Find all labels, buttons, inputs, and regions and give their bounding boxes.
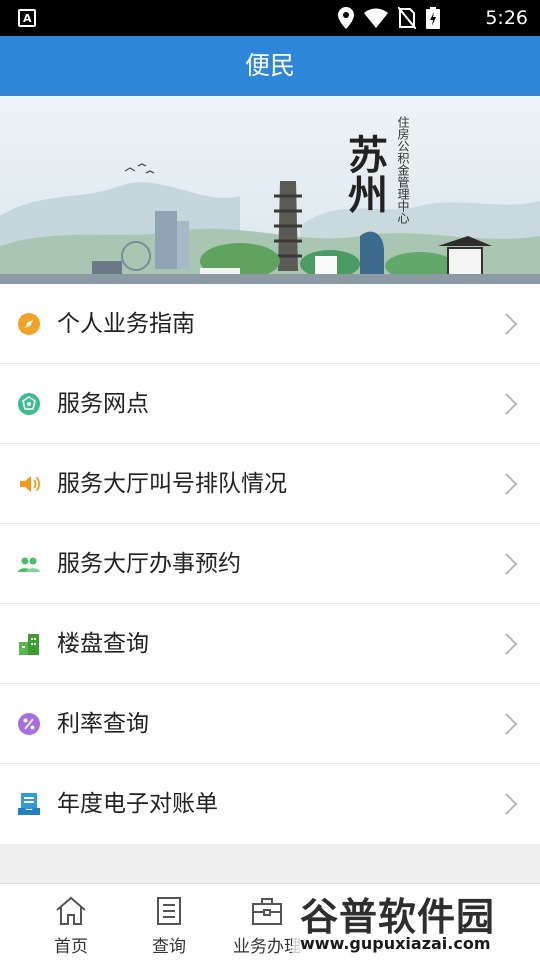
home-icon [56, 896, 86, 925]
tab-query[interactable]: 查询 [119, 884, 219, 960]
tab-home[interactable]: 首页 [21, 884, 121, 960]
location-icon [338, 7, 354, 29]
briefcase-icon [252, 898, 282, 925]
watermark-text: 谷普软件园 [300, 895, 496, 939]
users-icon [18, 557, 40, 572]
banner-org-text: 住房公积金管理中心 [396, 116, 410, 224]
app-notification-icon: A [18, 9, 36, 27]
chevron-right-icon [505, 633, 518, 655]
service-menu-list: 个人业务指南 服务网点 服务大厅叫号排队情况 服务大厅办事预约 楼盘查询 利率查… [0, 284, 540, 844]
menu-item-label: 服务大厅办事预约 [57, 551, 241, 577]
menu-item-label: 利率查询 [57, 711, 149, 737]
compass-icon [18, 313, 40, 335]
document-icon [157, 897, 181, 925]
menu-item-hall-queue[interactable]: 服务大厅叫号排队情况 [0, 444, 540, 524]
watermark-url: www.gupuxiazai.com [300, 934, 491, 953]
statement-icon [18, 793, 40, 815]
menu-item-label: 服务大厅叫号排队情况 [57, 471, 287, 497]
menu-item-label: 个人业务指南 [57, 311, 195, 337]
menu-item-annual-statement[interactable]: 年度电子对账单 [0, 764, 540, 844]
menu-item-personal-guide[interactable]: 个人业务指南 [0, 284, 540, 364]
app-bar: 便民 [0, 36, 540, 96]
menu-item-label: 服务网点 [57, 391, 149, 417]
battery-charging-icon [426, 7, 440, 29]
building-icon [19, 634, 39, 655]
menu-item-label: 年度电子对账单 [57, 791, 218, 817]
watermark: 谷普软件园 www.gupuxiazai.com [292, 884, 540, 960]
menu-item-hall-appointment[interactable]: 服务大厅办事预约 [0, 524, 540, 604]
banner-city-text: 苏州 [341, 134, 388, 214]
network-icon [18, 393, 40, 415]
percent-icon [18, 713, 40, 735]
menu-item-label: 楼盘查询 [57, 631, 149, 657]
chevron-right-icon [505, 713, 518, 735]
no-sim-icon [398, 7, 416, 29]
status-bar: A 5:26 [0, 0, 540, 36]
chevron-right-icon [505, 313, 518, 335]
banner-image: 苏州 住房公积金管理中心 [0, 96, 540, 284]
menu-item-property-query[interactable]: 楼盘查询 [0, 604, 540, 684]
content-spacer [0, 850, 540, 883]
tab-label: 查询 [152, 937, 186, 957]
menu-item-interest-rate[interactable]: 利率查询 [0, 684, 540, 764]
menu-item-service-outlets[interactable]: 服务网点 [0, 364, 540, 444]
status-icons [338, 7, 440, 29]
clock: 5:26 [485, 7, 528, 29]
chevron-right-icon [505, 553, 518, 575]
chevron-right-icon [505, 393, 518, 415]
chevron-right-icon [505, 793, 518, 815]
chevron-right-icon [505, 473, 518, 495]
suzhou-skyline-illustration [0, 96, 540, 284]
tab-label: 首页 [54, 937, 88, 957]
speaker-icon [20, 476, 41, 492]
page-title: 便民 [244, 51, 295, 80]
wifi-icon [364, 8, 388, 28]
